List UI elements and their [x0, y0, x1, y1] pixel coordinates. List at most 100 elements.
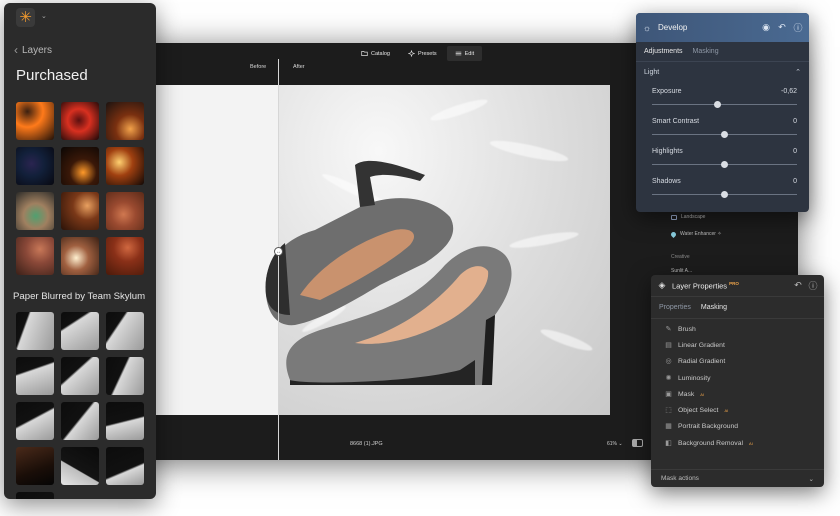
mask-tool-background-removal[interactable]: ◧ Background Removal AI — [651, 435, 824, 451]
slider-value[interactable]: 0 — [793, 118, 797, 125]
paper-thumbnail[interactable] — [106, 357, 144, 395]
zoom-level[interactable]: 61% ⌄ — [607, 441, 623, 447]
slider-knob[interactable] — [721, 191, 728, 198]
overlay-thumbnail[interactable] — [61, 192, 99, 230]
layer-properties-title-text: Layer Properties — [672, 281, 728, 291]
develop-tabs: Adjustments Masking — [636, 42, 809, 62]
radial-gradient-icon: ◎ — [665, 358, 672, 366]
slider-knob[interactable] — [713, 101, 721, 108]
slider-value[interactable]: -0,62 — [781, 88, 797, 95]
mask-tool-list: ✎ Brush ▤ Linear Gradient ◎ Radial Gradient ✺ L… — [651, 319, 824, 451]
paper-grid — [16, 312, 144, 499]
slider-shadows[interactable]: Shadows 0 — [636, 172, 809, 202]
paper-thumbnail[interactable] — [61, 402, 99, 440]
presets-icon — [407, 50, 415, 57]
paper-thumbnail[interactable] — [16, 492, 54, 499]
mask-tool-brush[interactable]: ✎ Brush — [651, 321, 824, 337]
behind-section-creative: Creative — [671, 254, 690, 260]
paper-thumbnail[interactable] — [61, 357, 99, 395]
paper-thumbnail[interactable] — [16, 312, 54, 350]
layers-panel: ✳ ⌄ ‹ Layers Purchased Paper Blurred by … — [4, 3, 156, 499]
shoes-photo — [265, 160, 512, 385]
ai-badge: AI — [748, 440, 753, 446]
mask-tool-radial-gradient[interactable]: ◎ Radial Gradient — [651, 354, 824, 370]
compare-toggle-button[interactable] — [632, 439, 643, 447]
layers-stack-icon: ◈ — [658, 280, 666, 290]
slider-value[interactable]: 0 — [793, 148, 797, 155]
overlay-thumbnail[interactable] — [106, 147, 144, 185]
undo-icon[interactable]: ↶ — [793, 280, 803, 291]
overlay-thumbnail[interactable] — [16, 192, 54, 230]
mask-tool-label: Background Removal — [678, 439, 743, 447]
overlay-thumbnail[interactable] — [61, 102, 99, 140]
behind-item-sunlit[interactable]: Sunlit A... — [671, 268, 692, 274]
overlay-thumbnail[interactable] — [106, 192, 144, 230]
mask-tool-luminosity[interactable]: ✺ Luminosity — [651, 370, 824, 386]
slider-value[interactable]: 0 — [793, 178, 797, 185]
layers-back-button[interactable]: ‹ Layers — [14, 43, 52, 57]
light-section-header[interactable]: Light ⌃ — [636, 62, 809, 82]
behind-item-water-enhancer[interactable]: Water Enhancer ✧ — [669, 230, 722, 238]
overlay-thumbnail[interactable] — [16, 102, 54, 140]
overlay-thumbnail[interactable] — [106, 102, 144, 140]
info-icon[interactable]: ⓘ — [808, 279, 818, 292]
paper-thumbnail[interactable] — [106, 402, 144, 440]
mask-tool-label: Luminosity — [678, 374, 711, 382]
mask-actions-row[interactable]: Mask actions ⌄ — [651, 469, 824, 487]
develop-panel: ☼ Develop ◉ ↶ ⓘ Adjustments Masking Ligh… — [636, 13, 809, 212]
slider-label: Exposure — [652, 88, 682, 95]
overlay-thumbnail[interactable] — [61, 237, 99, 275]
luminosity-icon: ✺ — [665, 374, 672, 382]
mask-tool-mask[interactable]: ▣ Mask AI — [651, 386, 824, 402]
slider-knob[interactable] — [721, 131, 728, 138]
nav-catalog-button[interactable]: Catalog — [353, 46, 398, 61]
mask-tool-portrait-background[interactable]: ▦ Portrait Background — [651, 419, 824, 435]
slider-label: Highlights — [652, 148, 683, 155]
tab-properties[interactable]: Properties — [659, 304, 691, 311]
filename-label: 8668 (1).JPG — [350, 441, 383, 447]
paper-thumbnail[interactable] — [106, 447, 144, 485]
slider-track[interactable] — [652, 104, 797, 105]
behind-item-landscape[interactable]: Landscape — [671, 214, 705, 220]
slider-highlights[interactable]: Highlights 0 — [636, 142, 809, 172]
overlay-thumbnail[interactable] — [106, 237, 144, 275]
paper-thumbnail[interactable] — [16, 402, 54, 440]
mask-tool-label: Portrait Background — [678, 423, 739, 431]
develop-title: Develop — [658, 23, 688, 32]
sliders-icon — [455, 51, 461, 56]
purchased-title: Purchased — [16, 67, 88, 84]
slider-exposure[interactable]: Exposure -0,62 — [636, 82, 809, 112]
split-handle-icon[interactable]: ↔ — [274, 247, 283, 256]
split-divider[interactable] — [278, 59, 279, 460]
app-logo-icon[interactable]: ✳ — [16, 8, 35, 27]
tab-masking[interactable]: Masking — [701, 304, 727, 311]
mask-tool-linear-gradient[interactable]: ▤ Linear Gradient — [651, 337, 824, 353]
overlay-thumbnail[interactable] — [16, 147, 54, 185]
chevron-down-icon[interactable]: ⌄ — [41, 12, 47, 20]
overlay-thumbnail[interactable] — [16, 237, 54, 275]
undo-icon[interactable]: ↶ — [777, 22, 787, 33]
purchased-grid — [16, 102, 144, 275]
overlay-thumbnail[interactable] — [61, 147, 99, 185]
paper-thumbnail[interactable] — [61, 447, 99, 485]
nav-edit-button[interactable]: Edit — [446, 46, 483, 61]
slider-label: Smart Contrast — [652, 118, 700, 125]
mask-tool-object-select[interactable]: ⬚ Object Select AI — [651, 402, 824, 418]
paper-thumbnail[interactable] — [61, 312, 99, 350]
info-icon[interactable]: ⓘ — [793, 21, 803, 34]
paper-thumbnail[interactable] — [16, 447, 54, 485]
photo-canvas[interactable] — [148, 85, 610, 415]
mask-tool-label: Brush — [678, 325, 696, 333]
slider-smart-contrast[interactable]: Smart Contrast 0 — [636, 112, 809, 142]
slider-knob[interactable] — [721, 161, 728, 168]
tab-adjustments[interactable]: Adjustments — [644, 48, 683, 55]
light-section-label: Light — [644, 68, 660, 76]
eye-icon[interactable]: ◉ — [761, 22, 771, 33]
paper-thumbnail[interactable] — [106, 312, 144, 350]
paper-thumbnail[interactable] — [16, 357, 54, 395]
nav-presets-button[interactable]: Presets — [400, 46, 445, 61]
tab-masking[interactable]: Masking — [693, 48, 719, 55]
mask-tool-label: Mask — [678, 390, 695, 398]
mask-actions-label: Mask actions — [661, 475, 699, 482]
nav-catalog-label: Catalog — [371, 50, 390, 57]
